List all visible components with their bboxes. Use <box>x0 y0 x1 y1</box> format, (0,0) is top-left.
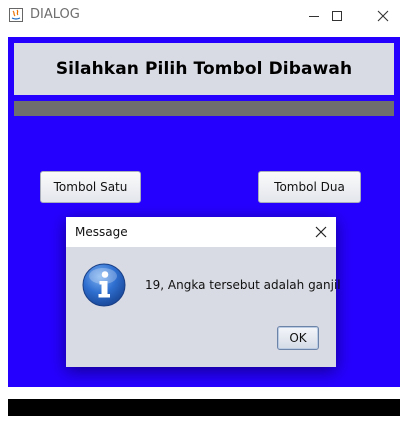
dialog-close-button[interactable] <box>306 217 336 247</box>
close-icon <box>377 10 389 21</box>
tombol-dua-button[interactable]: Tombol Dua <box>258 171 361 203</box>
info-icon <box>82 263 126 307</box>
dialog-body: 19, Angka tersebut adalah ganjil OK <box>66 247 341 367</box>
right-edge <box>400 37 408 387</box>
window-titlebar[interactable]: DIALOG <box>0 0 408 31</box>
dialog-message: 19, Angka tersebut adalah ganjil <box>145 278 341 292</box>
bottom-status-bar <box>8 399 400 416</box>
bottom-gap <box>0 387 408 399</box>
dialog-titlebar[interactable]: Message <box>66 217 336 247</box>
dialog-title: Message <box>75 225 128 239</box>
message-dialog: Message 19, Angka tersebut adalah ganjil… <box>66 217 341 367</box>
tombol-satu-button[interactable]: Tombol Satu <box>40 171 141 203</box>
close-button[interactable] <box>360 0 406 31</box>
window-title: DIALOG <box>30 7 80 22</box>
main-window: DIALOG Silahkan Pilih Tombol Dibawah Tom… <box>0 0 408 422</box>
header-title: Silahkan Pilih Tombol Dibawah <box>55 59 353 79</box>
header-panel: Silahkan Pilih Tombol Dibawah <box>14 43 394 95</box>
maximize-icon <box>332 10 342 21</box>
separator-bar <box>14 101 394 116</box>
maximize-button[interactable] <box>314 0 360 31</box>
ok-button[interactable]: OK <box>277 326 319 350</box>
close-icon <box>315 226 327 238</box>
java-app-icon <box>9 8 23 22</box>
